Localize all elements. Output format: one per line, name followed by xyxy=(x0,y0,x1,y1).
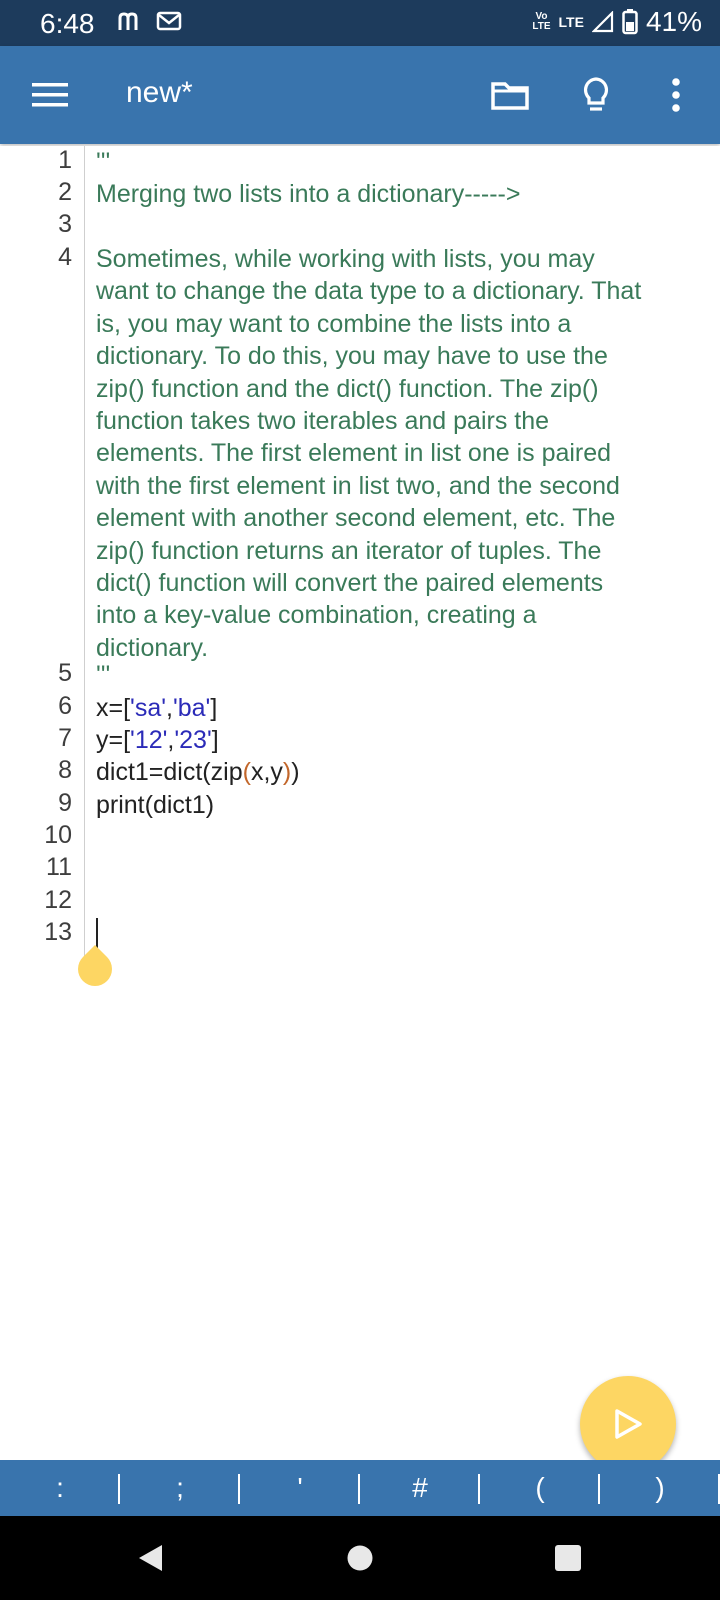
code-text-row: dictionary. xyxy=(96,633,209,662)
network-type: LTE xyxy=(558,14,584,30)
menu-icon xyxy=(32,83,68,107)
line-number: 12 xyxy=(44,886,72,914)
line-number: 13 xyxy=(44,918,72,946)
line-number: 8 xyxy=(58,756,72,784)
line-number: 1 xyxy=(58,146,72,174)
code-line-9: print(dict1) xyxy=(96,791,215,819)
symbol-label: # xyxy=(412,1472,428,1503)
code-text-row: element with another second element, etc… xyxy=(96,504,616,533)
line-number: 5 xyxy=(58,659,72,687)
home-icon xyxy=(347,1545,373,1571)
symbol-label: ( xyxy=(535,1472,545,1503)
line-number: 11 xyxy=(46,853,72,881)
gutter-divider xyxy=(84,146,85,956)
code-text-row: dict() function will convert the paired … xyxy=(96,569,604,598)
battery-icon xyxy=(622,9,638,35)
code-text-row: want to change the data type to a dictio… xyxy=(96,277,642,306)
code-token: , xyxy=(166,694,173,722)
status-bar: 6:48 Vo LTE LTE 41% xyxy=(0,0,720,46)
recents-icon xyxy=(555,1545,581,1571)
volte-bottom: LTE xyxy=(532,21,551,32)
code-token: y=[ xyxy=(96,726,131,754)
line-number: 9 xyxy=(58,789,72,817)
symbol-label: : xyxy=(56,1472,64,1503)
symbol-key-quote[interactable]: ' xyxy=(240,1460,360,1516)
motorola-icon xyxy=(118,12,138,30)
code-text-row: dictionary. To do this, you may have to … xyxy=(96,342,608,371)
line-number: 3 xyxy=(58,210,72,238)
hint-button[interactable] xyxy=(568,46,624,144)
status-time: 6:48 xyxy=(40,8,95,39)
status-left-icons xyxy=(118,10,182,32)
code-text-row: into a key-value combination, creating a xyxy=(96,601,537,630)
code-line-6: x=['sa','ba'] xyxy=(96,692,217,724)
more-options-button[interactable] xyxy=(648,46,704,144)
symbol-key-colon[interactable]: : xyxy=(0,1460,120,1516)
line-number: 7 xyxy=(58,724,72,752)
back-icon xyxy=(139,1545,162,1571)
code-text-row: elements. The first element in list one … xyxy=(96,439,612,468)
signal-icon xyxy=(591,11,614,33)
file-title: new* xyxy=(126,76,193,109)
string-token: 'sa' xyxy=(130,694,166,722)
string-token: '12' xyxy=(130,726,168,754)
code-token: dict1=dict(zip xyxy=(96,758,243,786)
symbol-label: ; xyxy=(176,1472,184,1503)
recents-button[interactable] xyxy=(508,1516,628,1600)
line-number: 6 xyxy=(58,692,72,720)
code-token: x,y xyxy=(250,758,283,786)
menu-button[interactable] xyxy=(18,46,82,144)
code-text-row: with the first element in list two, and … xyxy=(96,471,620,500)
line-number: 2 xyxy=(58,178,72,206)
lightbulb-icon xyxy=(584,77,608,111)
line-number: 10 xyxy=(44,821,72,849)
code-editor[interactable]: 1 2 3 4 5 6 7 8 9 10 11 12 13 ''' Mergin… xyxy=(0,146,720,1458)
code-line-2: Merging two lists into a dictionary-----… xyxy=(96,180,521,208)
code-token: x=[ xyxy=(96,694,131,722)
volte-indicator: Vo LTE xyxy=(532,12,550,32)
symbol-label: ' xyxy=(297,1472,303,1503)
code-token: ) xyxy=(291,758,300,786)
home-button[interactable] xyxy=(300,1516,420,1600)
code-line-7: y=['12','23'] xyxy=(96,724,219,756)
symbol-key-hash[interactable]: # xyxy=(360,1460,480,1516)
code-text-row: zip() function and the dict() function. … xyxy=(96,374,599,403)
symbol-key-open-paren[interactable]: ( xyxy=(480,1460,600,1516)
string-token: 'ba' xyxy=(172,694,211,722)
open-file-button[interactable] xyxy=(482,46,538,144)
line-number: 4 xyxy=(58,243,72,271)
code-token: ] xyxy=(211,726,219,754)
code-text-row: Sometimes, while working with lists, you… xyxy=(96,245,595,273)
code-line-5: ''' xyxy=(96,661,111,689)
code-text-row: is, you may want to combine the lists in… xyxy=(96,309,572,338)
status-right: Vo LTE LTE 41% xyxy=(532,6,702,38)
code-token: ] xyxy=(210,694,218,722)
code-line-1: ''' xyxy=(96,148,111,176)
paren-token: ( xyxy=(242,758,251,786)
paren-token: ) xyxy=(282,758,292,786)
play-icon xyxy=(615,1409,642,1439)
code-line-4: Sometimes, while working with lists, you… xyxy=(96,243,641,664)
symbol-label: ) xyxy=(655,1472,665,1503)
battery-level: 41% xyxy=(645,6,702,37)
more-vert-icon xyxy=(672,78,680,112)
app-toolbar: new* xyxy=(0,46,720,144)
folder-icon xyxy=(491,82,529,110)
string-token: '23' xyxy=(174,726,212,754)
text-cursor xyxy=(96,918,98,950)
code-text-row: function takes two iterables and pairs t… xyxy=(96,407,550,436)
system-nav-bar xyxy=(0,1516,720,1600)
back-button[interactable] xyxy=(90,1516,210,1600)
symbol-key-close-paren[interactable]: ) xyxy=(600,1460,720,1516)
code-text-row: zip() function returns an iterator of tu… xyxy=(96,536,602,565)
symbol-key-semicolon[interactable]: ; xyxy=(120,1460,240,1516)
gmail-icon xyxy=(156,11,182,31)
symbol-bar: : ; ' # ( ) xyxy=(0,1460,720,1516)
run-button[interactable] xyxy=(580,1376,676,1472)
cursor-handle[interactable] xyxy=(70,944,120,994)
code-line-8: dict1=dict(zip(x,y)) xyxy=(96,756,300,788)
